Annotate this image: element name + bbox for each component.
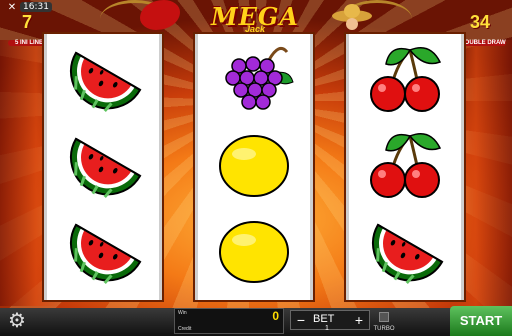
watermelon-icon [58,51,142,120]
lines-badge-number: 7 [22,12,33,32]
gear-icon: ⚙ [8,310,26,332]
sombrero-mascot [332,4,372,30]
settings-button[interactable]: ⚙ [6,310,28,332]
win-value: 0 [272,309,279,323]
watermelon-icon [58,223,142,292]
reel-symbol-lemon [198,210,310,294]
reel-symbol-grapes [198,38,310,122]
reel-2 [195,34,313,300]
logo-subtitle: Jack [245,24,266,34]
start-button[interactable]: START [450,306,512,336]
win-credit-panel: Win 0 Credit [174,308,284,334]
reel-symbol-watermelon [349,210,461,294]
turbo-checkbox [379,312,389,322]
reel-symbol-cherries [349,124,461,208]
bet-label: BET [313,313,335,325]
grapes-icon [224,46,295,111]
lemon-icon [219,221,289,283]
reel-3 [346,34,464,300]
reel-symbol-lemon [198,124,310,208]
credit-label: Credit [178,326,192,332]
turbo-toggle[interactable]: TURBO [372,312,396,332]
turbo-label: TURBO [373,326,395,332]
double-draw-badge-text: DOUBLE DRAW [460,40,506,46]
game-logo: MEGA Jack [205,2,305,38]
cherries-icon [369,132,442,199]
bet-increase-button[interactable]: + [351,311,367,329]
reel-1 [44,34,162,300]
reel-symbol-watermelon [47,210,159,294]
bet-value: 1 [325,325,329,332]
double-draw-badge: 34 DOUBLE DRAW [460,8,506,48]
double-draw-badge-number: 34 [470,12,491,32]
lemon-icon [219,135,289,197]
reel-symbol-watermelon [47,124,159,208]
watermelon-icon [360,223,444,292]
reel-symbol-watermelon [47,38,159,122]
win-label: Win [178,310,187,316]
bet-decrease-button[interactable]: − [293,311,309,329]
bet-control: − BET 1 + [290,310,370,332]
watermelon-icon [58,137,142,206]
cherries-icon [369,46,442,113]
reel-symbol-cherries [349,38,461,122]
